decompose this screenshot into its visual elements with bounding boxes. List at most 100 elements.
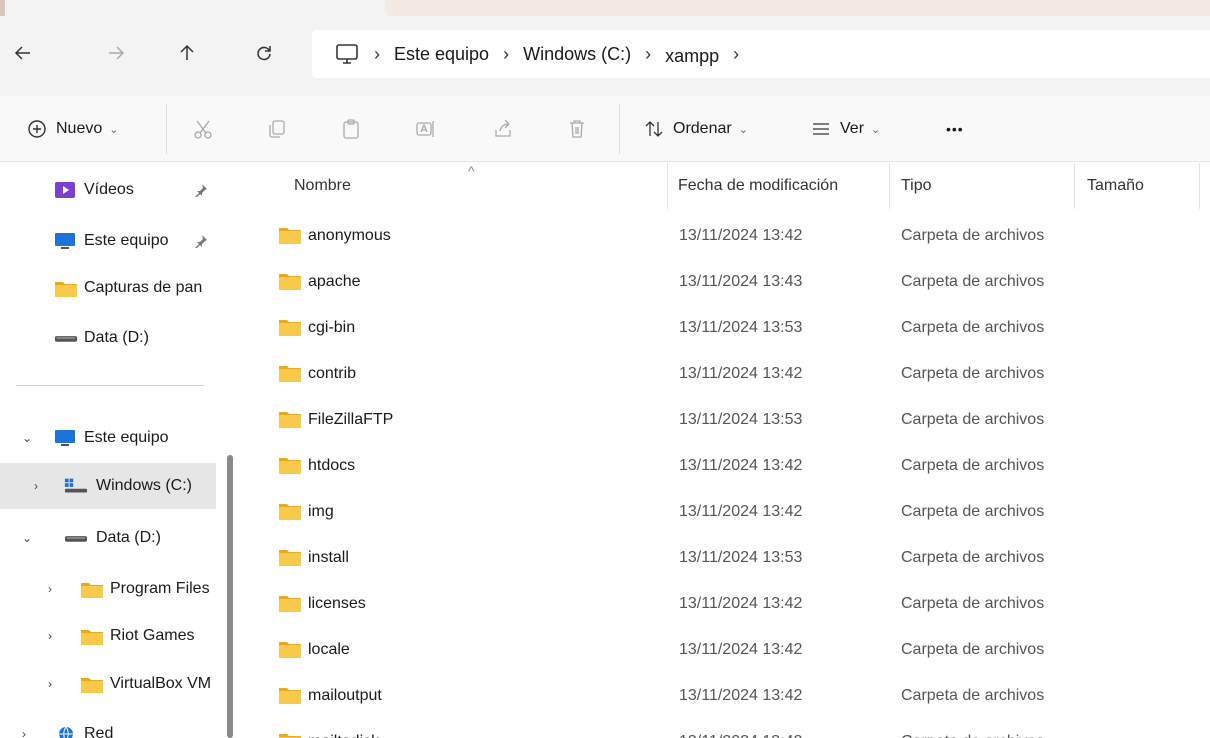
new-button[interactable]: Nuevo ⌄ <box>26 114 118 144</box>
refresh-button[interactable] <box>249 38 279 68</box>
rename-icon <box>416 121 434 137</box>
file-name[interactable]: anonymous <box>308 213 391 259</box>
back-button[interactable] <box>8 38 38 68</box>
computer-icon <box>54 231 78 251</box>
share-button[interactable] <box>492 114 514 144</box>
sidebar-item-label: Windows (C:) <box>96 477 193 494</box>
column-divider[interactable] <box>667 163 668 209</box>
sort-icon <box>645 121 663 137</box>
tab-strip <box>0 0 1210 16</box>
file-name[interactable]: FileZillaFTP <box>308 397 393 443</box>
chevron-right-icon[interactable]: › <box>22 727 26 738</box>
sidebar-item-program-files[interactable]: › Program Files <box>0 566 216 612</box>
chevron-right-icon[interactable]: › <box>34 479 38 493</box>
column-divider[interactable] <box>1074 163 1075 209</box>
file-date: 13/11/2024 13:53 <box>679 319 803 336</box>
chevron-down-icon[interactable]: ⌄ <box>22 431 32 445</box>
file-name[interactable]: mailoutput <box>308 673 382 719</box>
clipboard-icon <box>343 119 359 139</box>
table-row[interactable]: mailoutput 13/11/2024 13:42 Carpeta de arc… <box>238 673 1210 719</box>
active-tab[interactable] <box>385 0 1210 16</box>
file-name[interactable]: htdocs <box>308 443 355 489</box>
windows-drive-icon <box>64 476 88 496</box>
delete-button[interactable] <box>566 114 588 144</box>
table-row[interactable]: apache 13/11/2024 13:43 Carpeta de archivo… <box>238 259 1210 305</box>
column-header-name[interactable]: Nombre <box>294 163 351 209</box>
forward-button[interactable] <box>101 38 131 68</box>
sidebar-item-windows-c[interactable]: › Windows (C:) <box>0 463 216 509</box>
table-row[interactable]: FileZillaFTP 13/11/2024 13:53 Carpeta de a… <box>238 397 1210 443</box>
breadcrumb-windows-c[interactable]: Windows (C:) <box>523 44 631 65</box>
sidebar-item-este-equipo-pinned[interactable]: Este equipo <box>0 218 216 264</box>
sidebar-item-este-equipo[interactable]: ⌄ Este equipo <box>0 415 216 461</box>
drive-icon <box>64 528 88 548</box>
sort-button[interactable]: Ordenar ⌄ <box>643 114 748 144</box>
file-name[interactable]: cgi-bin <box>308 305 355 351</box>
table-row[interactable]: cgi-bin 13/11/2024 13:53 Carpeta de archiv… <box>238 305 1210 351</box>
file-name[interactable]: contrib <box>308 351 356 397</box>
sidebar-item-riot-games[interactable]: › Riot Games <box>0 613 216 659</box>
table-row[interactable]: htdocs 13/11/2024 13:42 Carpeta de archivo… <box>238 443 1210 489</box>
scissors-icon <box>194 120 212 139</box>
view-button[interactable]: Ver ⌄ <box>810 114 880 144</box>
folder-icon <box>80 626 104 646</box>
sidebar-item-data-d-pinned[interactable]: Data (D:) <box>0 315 216 361</box>
chevron-down-icon: ⌄ <box>109 123 119 136</box>
file-name[interactable]: locale <box>308 627 350 673</box>
file-name[interactable]: mailtodisk <box>308 719 379 738</box>
table-row[interactable]: licenses 13/11/2024 13:42 Carpeta de archi… <box>238 581 1210 627</box>
file-name[interactable]: install <box>308 535 349 581</box>
chevron-right-icon[interactable]: › <box>48 582 52 596</box>
column-divider[interactable] <box>889 163 890 209</box>
column-header-size[interactable]: Tamaño <box>1087 163 1144 209</box>
table-row[interactable]: mailtodisk 13/11/2024 13:42 Carpeta de arc… <box>238 719 1210 738</box>
sidebar-scrollbar[interactable] <box>227 455 233 738</box>
file-type: Carpeta de archivos <box>901 411 1045 428</box>
navigation-bar: › Este equipo › Windows (C:) › xampp › <box>0 16 1210 96</box>
folder-icon <box>80 579 104 599</box>
file-name[interactable]: licenses <box>308 581 366 627</box>
table-row[interactable]: install 13/11/2024 13:53 Carpeta de archiv… <box>238 535 1210 581</box>
column-header-date[interactable]: Fecha de modificación <box>678 163 838 209</box>
sidebar-item-virtualbox[interactable]: › VirtualBox VM <box>0 661 216 707</box>
column-header-label: Nombre <box>294 177 351 194</box>
sidebar-item-data-d[interactable]: ⌄ Data (D:) <box>0 515 216 561</box>
chevron-right-icon[interactable]: › <box>48 677 52 691</box>
pin-icon <box>195 184 207 197</box>
table-row[interactable]: img 13/11/2024 13:42 Carpeta de archivos <box>238 489 1210 535</box>
column-header-label: Tamaño <box>1087 177 1144 194</box>
paste-button[interactable] <box>340 114 362 144</box>
sidebar-item-videos[interactable]: Vídeos <box>0 167 216 213</box>
breadcrumb-xampp[interactable]: xampp <box>665 46 719 67</box>
sidebar-item-label: Red <box>84 725 114 738</box>
rename-button[interactable] <box>414 114 436 144</box>
file-date: 13/11/2024 13:42 <box>679 595 803 612</box>
sidebar-item-capturas[interactable]: Capturas de pan <box>0 265 216 311</box>
folder-icon <box>278 318 302 337</box>
copy-icon <box>269 120 285 138</box>
file-type: Carpeta de archivos <box>901 549 1045 566</box>
more-options-button[interactable]: ••• <box>946 114 964 144</box>
chevron-down-icon[interactable]: ⌄ <box>22 531 32 545</box>
new-button-label: Nuevo <box>56 120 103 137</box>
breadcrumb-separator[interactable]: › <box>503 44 509 65</box>
copy-button[interactable] <box>266 114 288 144</box>
chevron-right-icon[interactable]: › <box>48 629 52 643</box>
sidebar-item-label: Este equipo <box>84 232 169 249</box>
sidebar-item-red[interactable]: › Red <box>0 711 216 738</box>
address-bar[interactable]: › Este equipo › Windows (C:) › xampp › <box>312 30 1210 78</box>
cut-button[interactable] <box>192 114 214 144</box>
table-row[interactable]: locale 13/11/2024 13:42 Carpeta de archivo… <box>238 627 1210 673</box>
more-icon: ••• <box>946 121 964 137</box>
breadcrumb-separator[interactable]: › <box>733 44 739 65</box>
column-header-type[interactable]: Tipo <box>901 163 932 209</box>
file-name[interactable]: apache <box>308 259 361 305</box>
up-button[interactable] <box>172 38 202 68</box>
table-row[interactable]: contrib 13/11/2024 13:42 Carpeta de archiv… <box>238 351 1210 397</box>
file-name[interactable]: img <box>308 489 334 535</box>
column-divider[interactable] <box>1199 163 1200 209</box>
table-row[interactable]: anonymous 13/11/2024 13:42 Carpeta de arch… <box>238 213 1210 259</box>
file-date: 13/11/2024 13:43 <box>679 273 803 290</box>
breadcrumb-separator[interactable]: › <box>645 44 651 65</box>
breadcrumb-este-equipo[interactable]: Este equipo <box>394 44 489 65</box>
